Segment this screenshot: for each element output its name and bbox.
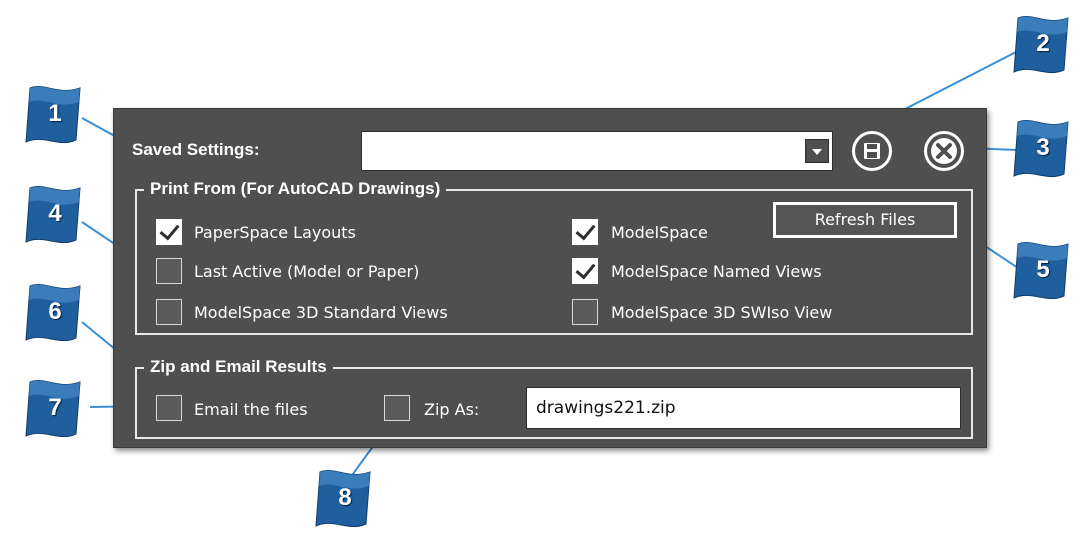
- close-x-icon: [931, 138, 957, 164]
- print-settings-dialog: Saved Settings: Print From (For AutoCAD …: [113, 108, 987, 448]
- callout-flag-7: 7: [24, 376, 86, 442]
- last-active-checkbox[interactable]: [156, 258, 182, 284]
- modelspace-3d-swiso-view-label: ModelSpace 3D SWIso View: [611, 303, 833, 322]
- zip-as-label: Zip As:: [424, 400, 480, 419]
- refresh-files-button[interactable]: Refresh Files: [773, 202, 957, 238]
- zip-as-checkbox[interactable]: [384, 395, 410, 421]
- paperspace-layouts-checkbox[interactable]: [156, 219, 182, 245]
- callout-flag-4: 4: [24, 182, 86, 248]
- modelspace-label: ModelSpace: [611, 223, 708, 242]
- callout-flag-8: 8: [314, 466, 376, 532]
- email-files-label: Email the files: [194, 400, 308, 419]
- close-settings-button[interactable]: [924, 131, 964, 171]
- modelspace-named-views-label: ModelSpace Named Views: [611, 262, 822, 281]
- modelspace-named-views-checkbox[interactable]: [572, 258, 598, 284]
- callout-flag-6: 6: [24, 280, 86, 346]
- callout-flag-5: 5: [1012, 238, 1074, 304]
- zip-filename-input[interactable]: drawings221.zip: [526, 387, 961, 429]
- floppy-disk-icon: [864, 143, 880, 159]
- chevron-down-icon[interactable]: [805, 139, 829, 163]
- save-settings-button[interactable]: [852, 131, 892, 171]
- callout-number-7: 7: [48, 394, 62, 421]
- email-files-checkbox[interactable]: [156, 395, 182, 421]
- last-active-label: Last Active (Model or Paper): [194, 262, 420, 281]
- callout-number-5: 5: [1036, 256, 1050, 283]
- callout-number-8: 8: [338, 484, 352, 511]
- saved-settings-combo[interactable]: [361, 131, 833, 171]
- callout-flag-1: 1: [24, 82, 86, 148]
- saved-settings-label: Saved Settings:: [132, 140, 260, 159]
- callout-flag-3: 3: [1012, 116, 1074, 182]
- paperspace-layouts-label: PaperSpace Layouts: [194, 223, 356, 242]
- callout-number-3: 3: [1036, 134, 1050, 161]
- modelspace-3d-standard-views-label: ModelSpace 3D Standard Views: [194, 303, 448, 322]
- modelspace-3d-swiso-view-checkbox[interactable]: [572, 299, 598, 325]
- modelspace-checkbox[interactable]: [572, 219, 598, 245]
- callout-number-6: 6: [48, 298, 62, 325]
- zip-email-title: Zip and Email Results: [144, 357, 333, 377]
- print-from-title: Print From (For AutoCAD Drawings): [144, 179, 447, 199]
- callout-number-4: 4: [48, 200, 62, 227]
- callout-number-2: 2: [1036, 30, 1050, 57]
- callout-number-1: 1: [48, 100, 62, 127]
- screenshot-stage: Saved Settings: Print From (For AutoCAD …: [0, 0, 1083, 537]
- callout-flag-2: 2: [1012, 12, 1074, 78]
- modelspace-3d-standard-views-checkbox[interactable]: [156, 299, 182, 325]
